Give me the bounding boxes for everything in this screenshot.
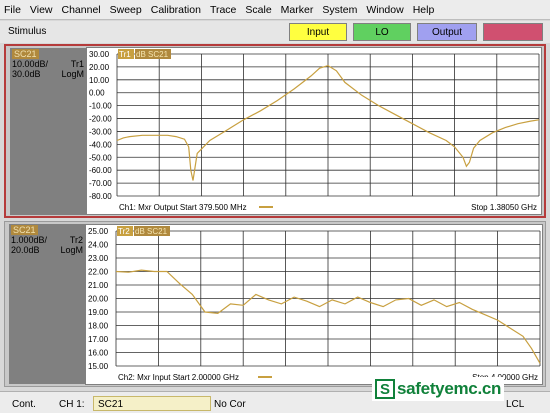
trace-name-1: SC21	[12, 49, 39, 59]
legend-tag: Tr2	[118, 227, 130, 236]
trace-window-1[interactable]: SC21 10.00dB/Tr1 30.0dB LogM 30.00 20.00 10…	[4, 44, 546, 218]
menu-bar: File View Channel Sweep Calibration Trace Scal…	[0, 0, 550, 20]
menu-help[interactable]: Help	[413, 4, 435, 16]
plot-area-2[interactable]: 25.00 24.00 23.00 22.00 21.00 20.00 19.00 18.00…	[85, 224, 543, 385]
y-tick-label: 15.00	[88, 362, 109, 371]
input-softkey[interactable]: Input	[289, 23, 347, 41]
footer-start: Ch2: Mxr Input Start 2.00000 GHz	[118, 373, 239, 382]
y-tick-label: -50.00	[89, 153, 112, 162]
menu-window[interactable]: Window	[366, 4, 403, 16]
trace-chart-2: 25.00 24.00 23.00 22.00 21.00 20.00 19.00 18.00…	[88, 226, 541, 382]
y-tick-label: 0.00	[89, 89, 105, 98]
y-tick-label: -40.00	[89, 140, 112, 149]
y-tick-label: -10.00	[89, 102, 112, 111]
y-tick-label: 18.00	[88, 322, 109, 331]
lo-softkey[interactable]: LO	[353, 23, 411, 41]
y-tick-label: -20.00	[89, 115, 112, 124]
trace-info-panel-1[interactable]: SC21 10.00dB/Tr1 30.0dB LogM	[10, 48, 86, 215]
output-softkey[interactable]: Output	[417, 23, 477, 41]
y-tick-label: -60.00	[89, 166, 112, 175]
format-2: LogM	[60, 245, 83, 255]
y-tick-label: -70.00	[89, 179, 112, 188]
ref-1: 30.0dB	[12, 69, 41, 79]
blank-softkey[interactable]	[483, 23, 543, 41]
stimulus-label: Stimulus	[8, 26, 47, 37]
menu-file[interactable]: File	[4, 4, 21, 16]
active-parameter: SC21	[98, 399, 124, 410]
trace-chart-1: 30.00 20.00 10.00 0.00 -10.00 -20.00 -30.00 -40…	[89, 49, 540, 212]
watermark-logo: S safetyemc.cn	[372, 377, 505, 401]
trace-id-1: Tr1	[70, 59, 84, 69]
y-tick-label: 20.00	[89, 63, 110, 72]
logo-mark-icon: S	[375, 379, 395, 399]
scale-2: 1.000dB/	[11, 235, 48, 245]
y-tick-label: -80.00	[89, 192, 112, 201]
format-1: LogM	[61, 69, 84, 79]
menu-scale[interactable]: Scale	[245, 4, 271, 16]
menu-trace[interactable]: Trace	[210, 4, 236, 16]
scale-1: 10.00dB/	[12, 59, 49, 69]
y-tick-label: 10.00	[89, 76, 110, 85]
active-parameter-box[interactable]: SC21	[93, 396, 211, 411]
y-tick-label: 16.00	[88, 349, 109, 358]
y-tick-label: 17.00	[88, 335, 109, 344]
sweep-mode[interactable]: Cont.	[12, 399, 36, 410]
logo-text: safetyemc.cn	[397, 379, 502, 398]
active-channel: CH 1:	[59, 399, 85, 410]
trace-name-2: SC21	[11, 225, 38, 235]
menu-marker[interactable]: Marker	[281, 4, 314, 16]
menu-view[interactable]: View	[30, 4, 53, 16]
trace-info-panel-2[interactable]: SC21 1.000dB/Tr2 20.0dB LogM	[9, 224, 85, 384]
correction-status: No Cor	[214, 399, 246, 410]
trace-id-2: Tr2	[69, 235, 83, 245]
plot-area-1[interactable]: 30.00 20.00 10.00 0.00 -10.00 -20.00 -30.00 -40…	[86, 47, 542, 215]
menu-system[interactable]: System	[322, 4, 357, 16]
legend-tag: Tr1	[119, 50, 131, 59]
footer-start: Ch1: Mxr Output Start 379.500 MHz	[119, 203, 247, 212]
legend-text: dB SC21	[136, 50, 169, 59]
trace-window-2[interactable]: SC21 1.000dB/Tr2 20.0dB LogM 25.00 24.00 23…	[4, 221, 546, 387]
menu-channel[interactable]: Channel	[62, 4, 101, 16]
y-tick-label: 25.00	[88, 227, 109, 236]
y-tick-label: 30.00	[89, 50, 110, 59]
legend-text: dB SC21	[135, 227, 168, 236]
y-tick-label: 24.00	[88, 241, 109, 250]
y-tick-label: 22.00	[88, 268, 109, 277]
y-tick-label: 19.00	[88, 308, 109, 317]
ref-2: 20.0dB	[11, 245, 40, 255]
remote-status: LCL	[506, 399, 525, 410]
y-tick-label: -30.00	[89, 127, 112, 136]
footer-stop: Stop 1.38050 GHz	[471, 203, 537, 212]
y-tick-label: 23.00	[88, 254, 109, 263]
softkey-bar: Stimulus Input LO Output	[0, 21, 550, 43]
y-tick-label: 21.00	[88, 281, 109, 290]
y-tick-label: 20.00	[88, 295, 109, 304]
menu-sweep[interactable]: Sweep	[110, 4, 142, 16]
menu-calibration[interactable]: Calibration	[151, 4, 201, 16]
